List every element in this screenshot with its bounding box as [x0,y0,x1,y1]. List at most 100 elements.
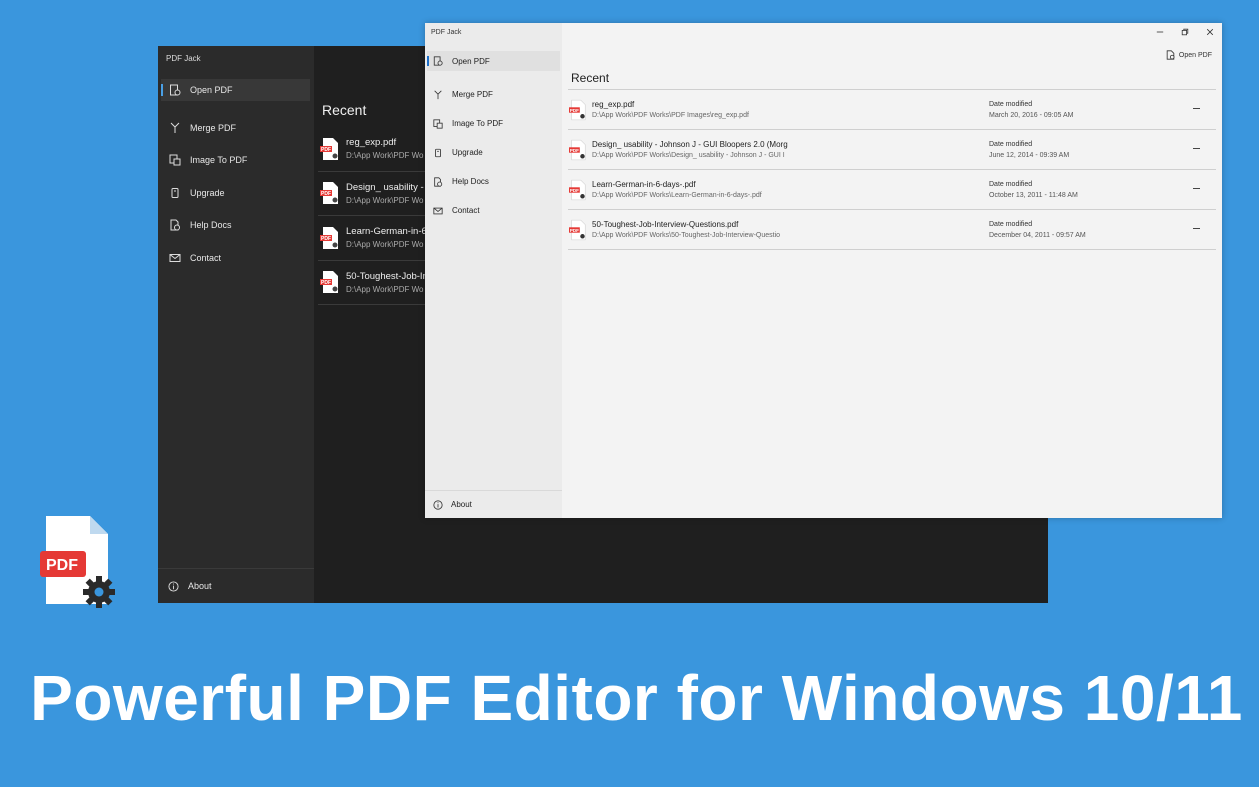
table-row[interactable]: PDF reg_exp.pdf D:\App Work\PDF Works\PD… [568,90,1216,130]
table-row[interactable]: PDF Design_ usability - Johnson J - GUI … [568,130,1216,170]
table-row[interactable]: PDF Learn-German-in-6-days-.pdf D:\App W… [568,170,1216,210]
nav-label: Open PDF [452,56,490,66]
light-nav-item-help-docs[interactable]: Help Docs [427,167,560,196]
info-icon [168,580,179,592]
minimize-button[interactable] [1147,23,1172,41]
dark-nav-item-contact[interactable]: Contact [161,242,310,275]
restore-button[interactable] [1172,23,1197,41]
file-name: reg_exp.pdf [346,137,397,149]
pdf-file-icon: PDF [569,179,587,201]
window-controls [1147,23,1222,41]
file-name: 50-Toughest-Job-Interview-Questions.pdf [592,220,739,229]
merge-icon [169,122,181,134]
nav-label: Merge PDF [190,122,237,133]
dark-about-item[interactable]: About [158,568,314,603]
pdf-file-icon: PDF [320,181,340,205]
file-path: D:\App Work\PDF Works\PDF Images\reg_exp… [592,112,749,119]
dark-recent-list: PDF reg_exp.pdf D:\App Work\PDF Wo PDF D… [318,127,428,305]
info-icon [433,499,443,510]
file-name: Design_ usability - J [346,181,428,193]
pdf-gear-logo-icon: PDF [40,514,116,608]
merge-icon [433,90,443,100]
light-nav-item-image-to-pdf[interactable]: Image To PDF [427,109,560,138]
pdf-file-icon: PDF [320,270,340,294]
date-value: March 20, 2016 - 09:05 AM [989,111,1074,119]
light-recent-list: PDF reg_exp.pdf D:\App Work\PDF Works\PD… [568,89,1216,250]
image-icon [169,154,181,166]
mail-icon [433,206,443,216]
date-value: December 04, 2011 - 09:57 AM [989,231,1086,239]
dark-nav-item-merge-pdf[interactable]: Merge PDF [161,112,310,145]
image-icon [433,118,443,129]
date-label: Date modified [989,180,1033,188]
svg-text:PDF: PDF [321,280,331,286]
light-sidebar: PDF Jack Open PDF Merge PDF Image To PDF… [425,23,562,518]
file-path: D:\App Work\PDF Works\Design_ usability … [592,152,785,159]
svg-text:PDF: PDF [321,191,331,197]
mail-icon [169,252,181,264]
about-label: About [188,581,212,591]
dark-nav-item-help-docs[interactable]: Help Docs [161,209,310,242]
marketing-headline: Powerful PDF Editor for Windows 10/11 [30,662,1243,734]
nav-label: Image To PDF [190,155,248,166]
upgrade-icon [433,148,443,158]
more-options-icon[interactable] [1193,108,1200,109]
file-path: D:\App Work\PDF Wo [346,284,424,294]
help-docs-icon [433,176,443,187]
file-path: D:\App Work\PDF Works\50-Toughest-Job-In… [592,232,781,239]
help-docs-icon [169,219,181,231]
date-label: Date modified [989,100,1033,108]
nav-label: Contact [452,206,480,215]
date-value: October 13, 2011 - 11:48 AM [989,191,1078,199]
dark-sidebar: PDF Jack Open PDF Merge PDF Image To PDF… [158,46,314,603]
list-item[interactable]: PDF Learn-German-in-6 D:\App Work\PDF Wo [318,216,428,261]
window-title: PDF Jack [431,29,462,36]
pdf-file-icon: PDF [569,219,587,241]
list-item[interactable]: PDF 50-Toughest-Job-In D:\App Work\PDF W… [318,261,428,305]
dark-nav-item-upgrade[interactable]: Upgrade [161,177,310,210]
nav-label: Contact [190,252,222,263]
list-item[interactable]: PDF reg_exp.pdf D:\App Work\PDF Wo [318,127,428,172]
dark-nav-item-open-pdf[interactable]: Open PDF [161,79,310,101]
more-options-icon[interactable] [1193,148,1200,149]
open-pdf-button[interactable]: Open PDF [1166,50,1212,60]
about-label: About [451,500,472,509]
nav-label: Merge PDF [452,90,493,99]
date-label: Date modified [989,140,1033,148]
file-path: D:\App Work\PDF Wo [346,151,424,161]
dark-nav-item-image-to-pdf[interactable]: Image To PDF [161,144,310,177]
light-nav-item-open-pdf[interactable]: Open PDF [427,51,560,71]
light-nav-item-upgrade[interactable]: Upgrade [427,138,560,167]
svg-text:PDF: PDF [570,227,579,232]
pdf-file-icon: PDF [569,99,587,121]
table-row[interactable]: PDF 50-Toughest-Job-Interview-Questions.… [568,210,1216,250]
more-options-icon[interactable] [1193,228,1200,229]
light-nav-item-contact[interactable]: Contact [427,196,560,225]
list-item[interactable]: PDF Design_ usability - J D:\App Work\PD… [318,172,428,216]
svg-text:PDF: PDF [321,147,331,153]
more-options-icon[interactable] [1193,188,1200,189]
nav-label: Image To PDF [452,119,503,128]
pdf-file-icon: PDF [320,226,340,250]
file-path: D:\App Work\PDF Works\Learn-German-in-6-… [592,192,762,199]
dark-nav: Open PDF Merge PDF Image To PDF Upgrade … [161,79,310,274]
nav-label: Upgrade [452,148,483,157]
pdf-file-icon: PDF [320,137,340,161]
light-about-item[interactable]: About [425,490,562,518]
file-name: Learn-German-in-6 [346,226,427,238]
date-value: June 12, 2014 - 09:39 AM [989,151,1070,159]
file-path: D:\App Work\PDF Wo [346,195,424,205]
file-name: 50-Toughest-Job-In [346,270,428,282]
close-button[interactable] [1197,23,1222,41]
file-path: D:\App Work\PDF Wo [346,240,424,250]
file-name: reg_exp.pdf [592,100,635,109]
open-pdf-icon [1166,50,1175,60]
open-pdf-icon [169,84,181,96]
date-label: Date modified [989,220,1033,228]
recent-heading: Recent [571,71,610,85]
file-name: Design_ usability - Johnson J - GUI Bloo… [592,140,788,149]
svg-text:PDF: PDF [570,187,579,192]
light-app-window: PDF Jack Open PDF Merge PDF Image To PDF… [425,23,1222,518]
open-pdf-icon [433,56,443,66]
light-nav-item-merge-pdf[interactable]: Merge PDF [427,80,560,109]
